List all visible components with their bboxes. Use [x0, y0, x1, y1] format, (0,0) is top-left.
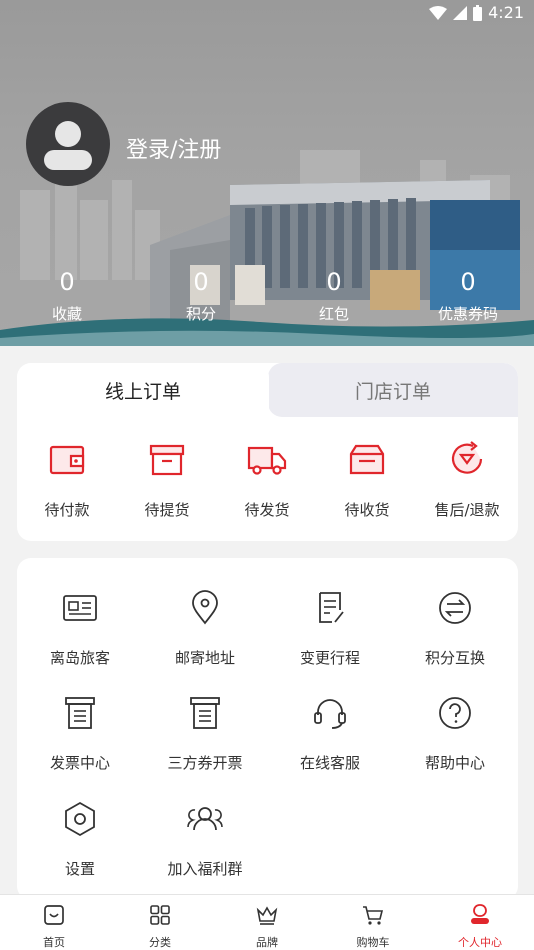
service-invoice-center[interactable]: 发票中心	[17, 693, 143, 773]
nav-label: 首页	[43, 936, 65, 949]
service-label: 变更行程	[299, 649, 360, 667]
service-label: 帮助中心	[424, 754, 485, 772]
service-third-party-invoice[interactable]: 三方券开票	[142, 693, 268, 773]
exchange-icon	[439, 592, 471, 624]
order-pending-payment[interactable]: 待付款	[17, 439, 117, 520]
nav-profile[interactable]: 个人中心	[440, 903, 520, 950]
stat-label: 优惠券码	[437, 305, 498, 323]
service-label: 积分互换	[424, 649, 485, 667]
order-label: 待发货	[244, 501, 290, 519]
service-label: 发票中心	[49, 754, 110, 772]
wallet-icon	[49, 445, 85, 475]
stat-favorites[interactable]: 0 收藏	[17, 268, 117, 324]
id-card-icon	[63, 595, 97, 621]
edit-document-icon	[319, 592, 344, 623]
home-icon	[44, 905, 64, 925]
service-online-support[interactable]: 在线客服	[267, 693, 393, 773]
order-label: 售后/退款	[434, 501, 500, 519]
battery-icon	[473, 4, 483, 21]
service-island-traveler[interactable]: 离岛旅客	[17, 588, 143, 668]
service-label: 设置	[64, 860, 95, 878]
profile-header: 4:21 登录/注册 0 收藏 0 积分 0 红包 0 优惠券码	[0, 0, 534, 346]
tab-online-orders[interactable]: 线上订单	[17, 363, 269, 417]
order-tabs: 门店订单 线上订单	[17, 363, 518, 417]
service-mailing-address[interactable]: 邮寄地址	[142, 588, 268, 668]
stat-points[interactable]: 0 积分	[151, 268, 251, 324]
user-avatar-icon	[44, 121, 92, 170]
stat-value: 0	[460, 268, 476, 296]
nav-category[interactable]: 分类	[120, 903, 200, 950]
wifi-icon	[429, 5, 448, 20]
order-after-sales[interactable]: 售后/退款	[417, 439, 517, 520]
nav-brand[interactable]: 品牌	[227, 903, 307, 950]
stat-red-packets[interactable]: 0 红包	[284, 268, 384, 324]
service-join-welfare-group[interactable]: 加入福利群	[142, 799, 268, 879]
stat-value: 0	[193, 268, 209, 296]
location-icon	[192, 590, 218, 625]
stat-label: 收藏	[51, 305, 82, 323]
services-card: 离岛旅客 邮寄地址 变更行程 积分互换 发票中心 三方券开票 在线客服 帮助中心…	[17, 558, 518, 900]
service-label: 加入福利群	[167, 860, 243, 878]
package-icon	[349, 444, 385, 475]
service-label: 在线客服	[299, 754, 360, 772]
login-register-link[interactable]: 登录/注册	[126, 132, 221, 164]
order-pending-receipt[interactable]: 待收货	[317, 439, 417, 520]
signal-icon	[453, 5, 468, 20]
refund-icon	[451, 441, 483, 474]
settings-icon	[65, 801, 95, 837]
stat-label: 红包	[318, 305, 349, 323]
nav-label: 个人中心	[458, 936, 502, 949]
profile-icon	[471, 904, 489, 924]
status-time: 4:21	[488, 3, 524, 22]
cart-icon	[363, 906, 384, 925]
nav-label: 分类	[149, 936, 171, 949]
bottom-navigation: 首页 分类 品牌 购物车 个人中心	[0, 894, 534, 950]
category-icon	[150, 905, 170, 925]
nav-home[interactable]: 首页	[14, 903, 94, 950]
stat-coupons[interactable]: 0 优惠券码	[418, 268, 518, 324]
orders-card: 门店订单 线上订单 待付款 待提货 待发货 待收货 售后/退款	[17, 363, 518, 541]
order-pending-shipment[interactable]: 待发货	[217, 439, 317, 520]
stat-label: 积分	[185, 305, 216, 323]
order-label: 待提货	[144, 501, 190, 519]
box-icon	[149, 444, 185, 476]
order-label: 待付款	[44, 501, 90, 519]
help-icon	[439, 697, 471, 729]
order-label: 待收货	[344, 501, 390, 519]
service-label: 三方券开票	[167, 754, 243, 772]
status-bar: 4:21	[0, 0, 534, 28]
tab-store-orders[interactable]: 门店订单	[268, 363, 518, 417]
service-change-itinerary[interactable]: 变更行程	[267, 588, 393, 668]
truck-icon	[247, 446, 287, 475]
service-help-center[interactable]: 帮助中心	[392, 693, 518, 773]
nav-label: 品牌	[256, 936, 278, 949]
service-label: 邮寄地址	[174, 649, 235, 667]
invoice-icon	[65, 697, 95, 729]
service-label: 离岛旅客	[49, 649, 110, 667]
stat-value: 0	[326, 268, 342, 296]
service-points-exchange[interactable]: 积分互换	[392, 588, 518, 668]
service-settings[interactable]: 设置	[17, 799, 143, 879]
nav-cart[interactable]: 购物车	[333, 903, 413, 950]
voucher-invoice-icon	[190, 697, 220, 729]
nav-label: 购物车	[356, 936, 390, 949]
order-pending-pickup[interactable]: 待提货	[117, 439, 217, 520]
stat-value: 0	[59, 268, 75, 296]
crown-icon	[256, 906, 278, 925]
group-icon	[187, 807, 223, 831]
avatar[interactable]	[26, 102, 110, 186]
headset-icon	[314, 699, 346, 729]
